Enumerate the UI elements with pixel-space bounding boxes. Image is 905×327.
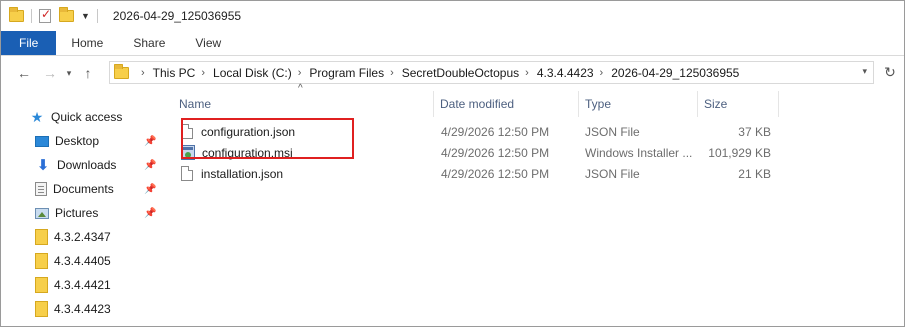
file-list: ^ Name Date modified Type Size configura… xyxy=(171,83,904,326)
file-date-modified: 4/29/2026 12:50 PM xyxy=(441,124,550,139)
properties-icon[interactable] xyxy=(39,7,51,23)
file-type: Windows Installer ... xyxy=(585,145,693,160)
file-date-modified: 4/29/2026 12:50 PM xyxy=(441,145,550,160)
breadcrumb-this-pc[interactable]: This PC xyxy=(153,66,196,80)
sidebar-item-desktop[interactable]: Desktop 📌 xyxy=(35,129,163,153)
pin-icon[interactable]: 📌 xyxy=(144,136,156,147)
explorer-window: ▼ 2026-04-29_125036955 File Home Share V… xyxy=(0,0,905,327)
column-header-size[interactable]: Size xyxy=(698,91,779,117)
folder-icon xyxy=(35,253,48,269)
sidebar-item-downloads[interactable]: ⬇ Downloads 📌 xyxy=(35,153,163,177)
file-icon xyxy=(181,166,193,181)
breadcrumb-secretdoubleoctopus[interactable]: SecretDoubleOctopus xyxy=(402,66,519,80)
column-header-date-modified[interactable]: Date modified xyxy=(434,91,579,117)
breadcrumb-local-disk[interactable]: Local Disk (C:) xyxy=(213,66,292,80)
sidebar-item-label: Quick access xyxy=(51,110,123,124)
recent-locations-chevron-icon[interactable]: ▾ xyxy=(61,62,77,84)
tab-share[interactable]: Share xyxy=(118,31,180,55)
table-row[interactable]: installation.json 4/29/2026 12:50 PM JSO… xyxy=(171,163,779,184)
breadcrumb-version[interactable]: 4.3.4.4423 xyxy=(537,66,594,80)
ribbon-tabs: File Home Share View xyxy=(1,31,904,56)
file-size: 21 KB xyxy=(738,166,771,181)
breadcrumb-separator-icon[interactable]: › xyxy=(525,67,529,79)
pin-icon[interactable]: 📌 xyxy=(144,160,156,171)
tab-view[interactable]: View xyxy=(180,31,236,55)
sidebar-item-label: Pictures xyxy=(55,206,99,220)
breadcrumb-separator-icon[interactable]: › xyxy=(390,67,394,79)
file-name: installation.json xyxy=(201,166,284,181)
column-header-name[interactable]: Name xyxy=(171,91,434,117)
sidebar-item-label: Downloads xyxy=(57,158,117,172)
cell-name: installation.json xyxy=(181,163,431,184)
new-folder-icon[interactable] xyxy=(59,7,74,22)
address-bar[interactable]: › This PC › Local Disk (C:) › Program Fi… xyxy=(109,61,874,84)
toolbar-separator xyxy=(96,9,98,23)
file-size: 37 KB xyxy=(738,124,771,139)
sidebar-item-label: 4.3.4.4421 xyxy=(54,278,111,292)
refresh-icon[interactable]: ↻ xyxy=(881,63,899,81)
breadcrumb-separator-icon[interactable]: › xyxy=(298,67,302,79)
breadcrumb-separator-icon[interactable]: › xyxy=(600,67,604,79)
navigation-pane: ★ Quick access Desktop 📌 ⬇ Downloads 📌 D… xyxy=(1,99,163,326)
sidebar-item-label: Desktop xyxy=(55,134,100,148)
column-header-type[interactable]: Type xyxy=(579,91,698,117)
back-arrow-icon[interactable]: ← xyxy=(13,62,35,84)
highlight-annotation-box xyxy=(181,118,354,159)
sidebar-item-folder-4-3-4-4421[interactable]: 4.3.4.4421 xyxy=(35,273,163,297)
sidebar-item-folder-4-3-4-4423[interactable]: 4.3.4.4423 xyxy=(35,297,163,321)
customize-toolbar-dropdown-icon[interactable]: ▼ xyxy=(81,11,90,21)
pin-icon[interactable]: 📌 xyxy=(144,184,156,195)
desktop-icon xyxy=(35,135,49,147)
folder-icon xyxy=(9,7,24,22)
sidebar-item-label: 4.3.2.4347 xyxy=(54,230,111,244)
pictures-icon xyxy=(35,207,49,219)
file-type: JSON File xyxy=(585,166,640,181)
column-headers: Name Date modified Type Size xyxy=(171,91,904,117)
sidebar-item-label: 4.3.4.4405 xyxy=(54,254,111,268)
folder-icon xyxy=(35,301,48,317)
sidebar-item-quick-access[interactable]: ★ Quick access xyxy=(29,105,163,129)
sidebar-item-label: 4.3.4.4423 xyxy=(54,302,111,316)
pin-icon[interactable]: 📌 xyxy=(144,208,156,219)
tab-file[interactable]: File xyxy=(1,31,57,55)
file-type: JSON File xyxy=(585,124,640,139)
up-arrow-icon[interactable]: ↑ xyxy=(77,62,99,84)
sidebar-item-documents[interactable]: Documents 📌 xyxy=(35,177,163,201)
star-icon: ★ xyxy=(30,108,44,125)
tab-home[interactable]: Home xyxy=(56,31,118,55)
sidebar-item-pictures[interactable]: Pictures 📌 xyxy=(35,201,163,225)
breadcrumb-separator-icon[interactable]: › xyxy=(201,67,205,79)
folder-icon xyxy=(35,229,48,245)
documents-icon xyxy=(35,182,47,196)
window-title: 2026-04-29_125036955 xyxy=(112,9,242,23)
sidebar-item-label: Documents xyxy=(53,182,114,196)
file-date-modified: 4/29/2026 12:50 PM xyxy=(441,166,550,181)
title-bar: ▼ 2026-04-29_125036955 xyxy=(1,1,904,31)
downloads-icon: ⬇ xyxy=(36,157,50,174)
sidebar-item-folder-4-3-2-4347[interactable]: 4.3.2.4347 xyxy=(35,225,163,249)
sidebar-item-folder-4-3-4-4405[interactable]: 4.3.4.4405 xyxy=(35,249,163,273)
folder-icon xyxy=(35,277,48,293)
breadcrumb-current-folder[interactable]: 2026-04-29_125036955 xyxy=(611,66,739,80)
file-size: 101,929 KB xyxy=(708,145,771,160)
breadcrumb-separator-icon[interactable]: › xyxy=(141,67,145,79)
breadcrumb-program-files[interactable]: Program Files xyxy=(309,66,384,80)
folder-icon xyxy=(114,63,129,79)
toolbar-separator xyxy=(31,9,32,23)
quick-access-toolbar: ▼ xyxy=(9,7,105,23)
address-dropdown-icon[interactable]: ▾ xyxy=(862,66,867,77)
forward-arrow-icon[interactable]: → xyxy=(39,62,61,84)
